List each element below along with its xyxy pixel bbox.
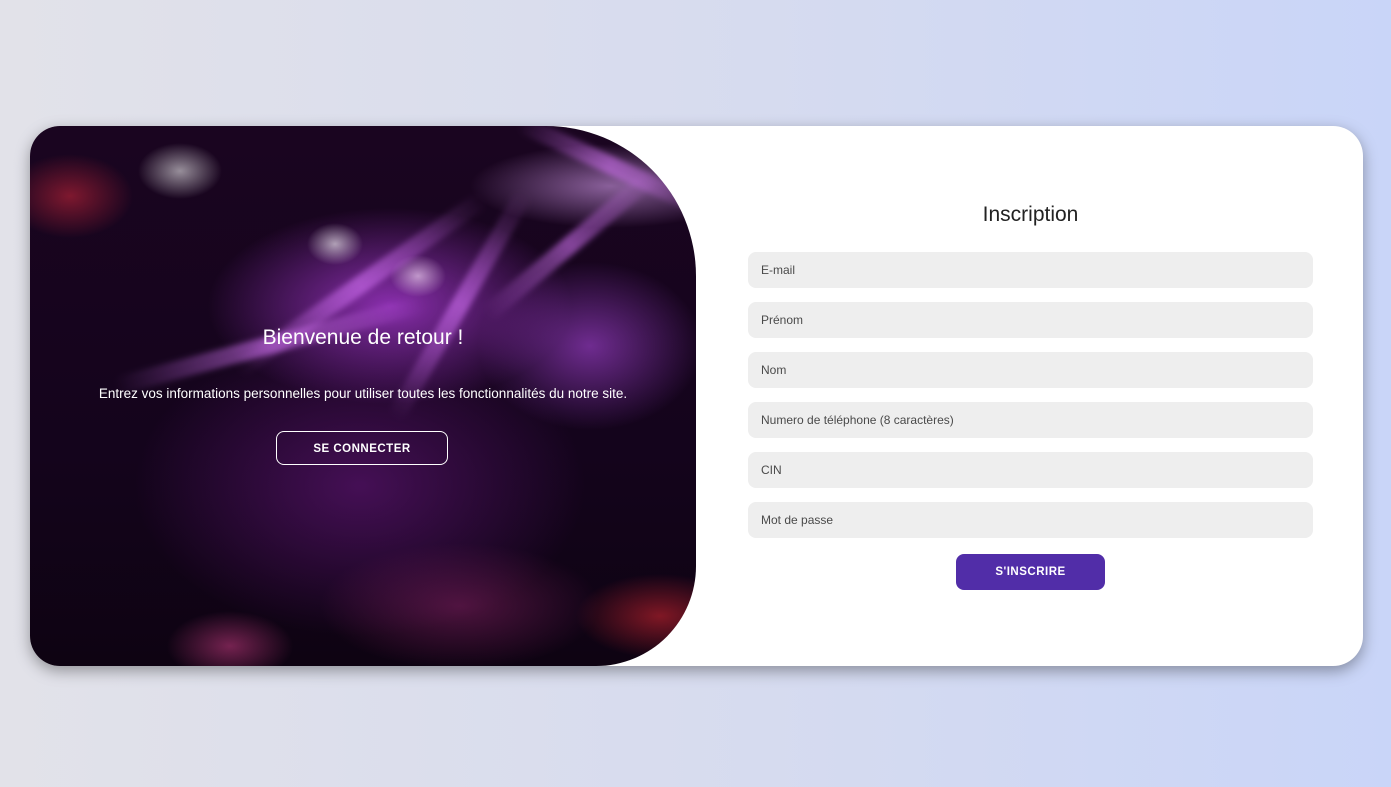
lastname-input[interactable] xyxy=(748,352,1313,388)
phone-input[interactable] xyxy=(748,402,1313,438)
auth-card: Bienvenue de retour ! Entrez vos informa… xyxy=(30,126,1363,666)
cin-input[interactable] xyxy=(748,452,1313,488)
password-input[interactable] xyxy=(748,502,1313,538)
welcome-panel: Bienvenue de retour ! Entrez vos informa… xyxy=(30,126,696,666)
welcome-text: Entrez vos informations personnelles pou… xyxy=(98,386,628,401)
signup-button[interactable]: S'INSCRIRE xyxy=(956,554,1105,590)
welcome-panel-background: Bienvenue de retour ! Entrez vos informa… xyxy=(30,126,696,666)
email-input[interactable] xyxy=(748,252,1313,288)
login-button[interactable]: SE CONNECTER xyxy=(276,431,448,465)
welcome-title: Bienvenue de retour ! xyxy=(262,326,464,349)
signup-form: Inscription S'INSCRIRE xyxy=(748,126,1313,666)
signup-title: Inscription xyxy=(982,203,1079,226)
firstname-input[interactable] xyxy=(748,302,1313,338)
